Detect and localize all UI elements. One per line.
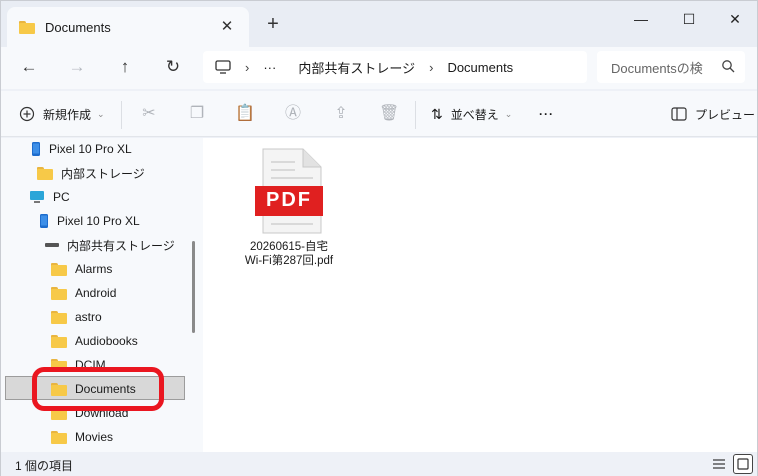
phone-icon [40,214,48,228]
item-count: 1 個の項目 [15,459,74,473]
minimize-button[interactable]: — [619,5,663,33]
breadcrumb-separator[interactable]: › [245,60,249,75]
sort-label: 並べ替え [450,107,499,122]
breadcrumb-internal-storage[interactable]: 内部共有ストレージ [298,58,415,77]
file-explorer-window: Documents ✕ + — ☐ ✕ ← → ↑ ↻ › ··· 内部共有スト… [0,0,758,476]
file-name-line: 20260615-自宅 [250,241,328,253]
sidebar-scrollbar[interactable] [187,138,203,452]
sidebar-item-label: PC [53,190,70,204]
preview-pane-icon [671,107,687,121]
search-icon[interactable] [721,59,735,76]
sidebar-item-label: astro [75,310,102,324]
folder-icon [37,166,53,180]
maximize-button[interactable]: ☐ [667,5,711,33]
sidebar-scrollbar-thumb[interactable] [192,241,195,333]
sidebar-item-label: Alarms [75,262,113,276]
folder-icon [51,310,67,324]
file-list-pane: PDF 20260615-自宅 Wi-Fi第287回.pdf [203,138,757,452]
folder-icon [19,20,35,34]
large-icons-view-icon [737,458,749,470]
address-bar[interactable]: › ··· 内部共有ストレージ › Documents [203,51,587,83]
sidebar-item-android[interactable]: Android [51,282,116,304]
search-input[interactable]: Documentsの検 [597,51,745,83]
share-icon[interactable]: ⇪ [331,104,351,124]
sidebar-item-label: 内部ストレージ [61,166,145,181]
drive-icon [45,243,59,247]
sidebar-item-internal-storage[interactable]: 内部ストレージ [37,162,145,184]
file-item-pdf[interactable]: PDF 20260615-自宅 Wi-Fi第287回.pdf [225,148,353,268]
sort-icon: ⇅ [431,105,443,122]
monitor-icon [30,191,44,203]
paste-icon[interactable]: 📋 [235,104,255,124]
sidebar-item-label: Android [75,286,117,300]
breadcrumb-documents[interactable]: Documents [447,60,513,75]
rename-icon[interactable]: Ⓐ [283,104,303,124]
preview-button[interactable]: プレビュー [671,101,755,127]
up-button[interactable]: ↑ [111,53,139,81]
forward-button[interactable]: → [63,53,91,81]
sidebar-item-pixel-device[interactable]: Pixel 10 Pro XL [31,138,132,160]
phone-icon [32,142,40,156]
plus-circle-icon [19,106,35,122]
details-view-icon [713,459,725,469]
sidebar-item-audiobooks[interactable]: Audiobooks [51,330,138,352]
tab-title: Documents [45,19,111,35]
preview-label: プレビュー [695,107,756,122]
sidebar-item-alarms[interactable]: Alarms [51,258,112,280]
monitor-icon[interactable] [215,60,231,74]
close-window-button[interactable]: ✕ [713,5,757,33]
back-button[interactable]: ← [15,53,43,81]
large-icons-view-button[interactable] [733,454,753,474]
more-options-button[interactable]: ··· [539,101,554,127]
refresh-button[interactable]: ↻ [159,53,187,81]
new-label: 新規作成 [43,107,92,122]
sidebar-item-pixel-device-pc[interactable]: Pixel 10 Pro XL [39,210,140,232]
file-name: 20260615-自宅 Wi-Fi第287回.pdf [225,240,353,268]
tab-documents[interactable]: Documents ✕ [7,7,249,47]
pdf-badge-text: PDF [266,189,312,211]
sidebar-item-shared-storage[interactable]: 内部共有ストレージ [45,234,175,256]
new-button[interactable]: 新規作成 ⌄ [19,101,105,127]
chevron-down-icon: ⌄ [504,108,513,119]
sidebar-item-label: Audiobooks [75,334,138,348]
sidebar-item-pc[interactable]: PC [29,186,70,208]
search-placeholder: Documentsの検 [611,60,703,76]
details-view-button[interactable] [709,454,729,474]
close-tab-icon[interactable]: ✕ [217,17,237,37]
copy-icon[interactable]: ❐ [187,104,207,124]
sidebar-item-movies[interactable]: Movies [51,426,113,448]
cut-icon[interactable]: ✂ [139,104,159,124]
breadcrumb-more[interactable]: ··· [263,60,276,75]
folder-icon [51,334,67,348]
folder-icon [51,286,67,300]
breadcrumb-separator[interactable]: › [429,60,433,75]
command-bar: 新規作成 ⌄ ✂ ❐ 📋 Ⓐ ⇪ 🗑 ⇅ 並べ替え ⌄ ··· プレビュー [1,91,757,137]
title-bar: Documents ✕ + — ☐ ✕ [1,1,757,47]
address-row: ← → ↑ ↻ › ··· 内部共有ストレージ › Documents Docu… [1,47,757,89]
divider [415,101,416,129]
red-highlight-annotation [32,367,164,411]
sidebar-item-astro[interactable]: astro [51,306,102,328]
new-tab-button[interactable]: + [263,14,283,34]
file-name-line: Wi-Fi第287回.pdf [244,255,334,267]
folder-icon [51,262,67,276]
folder-icon [51,430,67,444]
sidebar-item-label: Pixel 10 Pro XL [57,214,140,228]
divider [121,101,122,129]
pdf-file-icon: PDF [255,148,323,234]
status-bar: 1 個の項目 [1,452,757,476]
sidebar-item-label: Movies [75,430,114,444]
chevron-down-icon: ⌄ [97,108,105,119]
sidebar-item-label: 内部共有ストレージ [67,238,175,253]
sidebar-item-label: Pixel 10 Pro XL [49,142,132,156]
sort-button[interactable]: ⇅ 並べ替え ⌄ [431,101,512,127]
delete-icon[interactable]: 🗑 [379,104,399,124]
